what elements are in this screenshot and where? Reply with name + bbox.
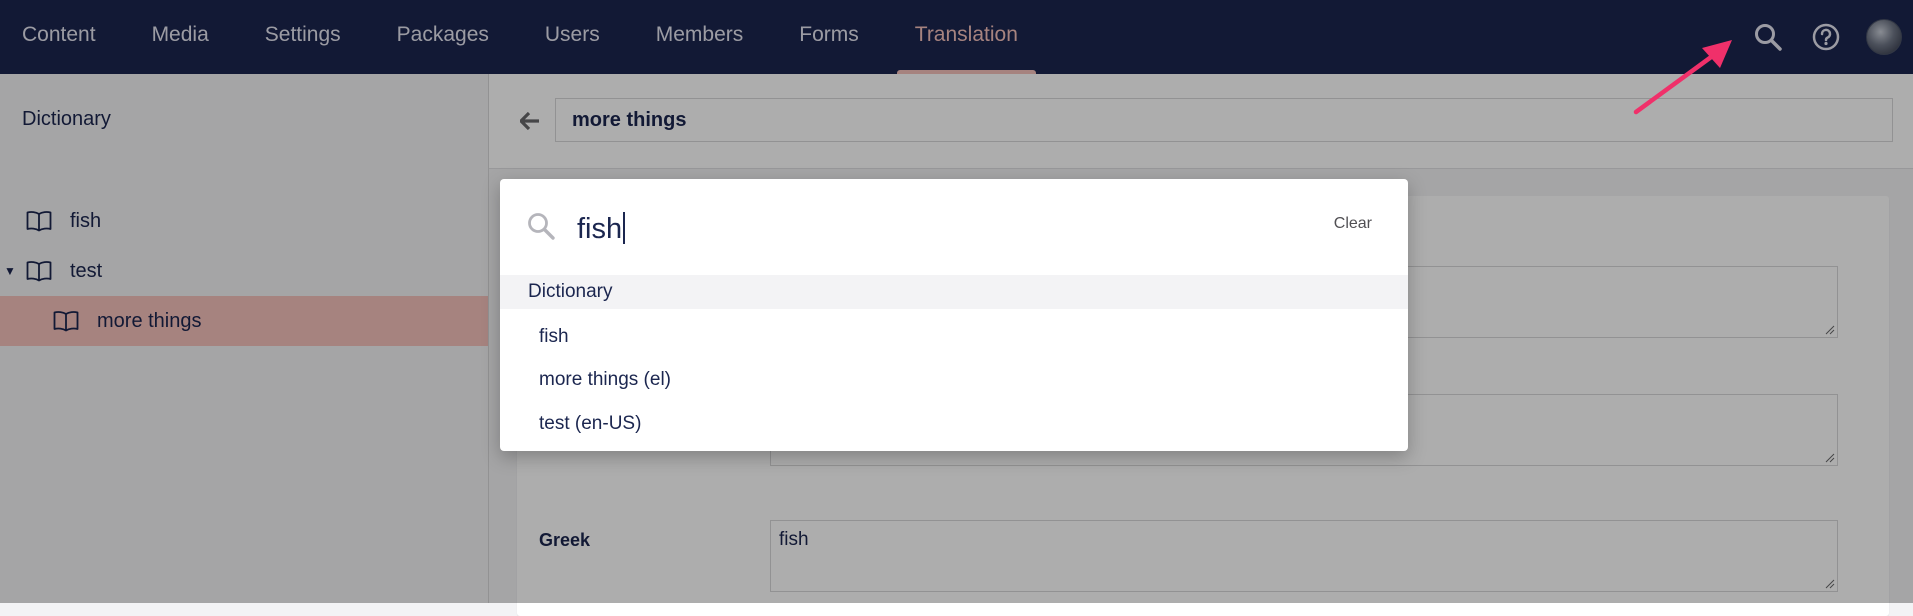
result-group-header: Dictionary bbox=[500, 275, 1408, 309]
clear-button[interactable]: Clear bbox=[1334, 215, 1372, 233]
search-result[interactable]: test (en-US) bbox=[500, 404, 1408, 444]
search-icon bbox=[528, 213, 555, 240]
annotation-arrow-icon bbox=[1633, 40, 1732, 115]
text-cursor bbox=[623, 212, 626, 244]
search-query: fish bbox=[577, 213, 623, 245]
search-result[interactable]: more things (el) bbox=[500, 360, 1408, 400]
search-input[interactable]: fish bbox=[577, 203, 1077, 255]
search-dialog: fish Clear Dictionary fish more things (… bbox=[500, 179, 1408, 451]
search-result[interactable]: fish bbox=[500, 317, 1408, 357]
